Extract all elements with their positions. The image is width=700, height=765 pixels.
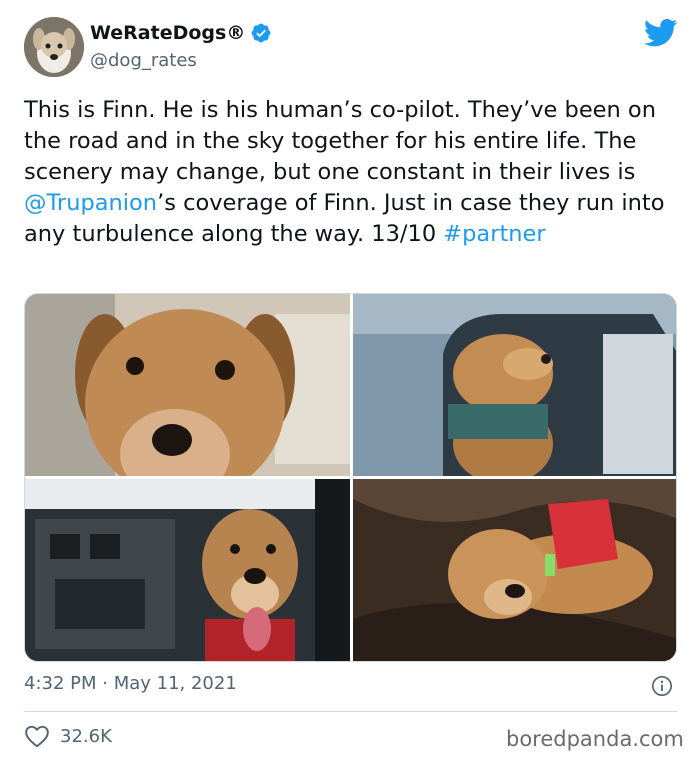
author-avatar[interactable]: [24, 17, 84, 77]
divider: [24, 711, 677, 712]
tweet-timestamp[interactable]: 4:32 PM · May 11, 2021: [24, 673, 237, 694]
mention-link[interactable]: @Trupanion: [24, 190, 157, 216]
watermark: boredpanda.com: [506, 727, 684, 751]
verified-badge-icon: [251, 23, 271, 43]
media-grid: [24, 293, 677, 662]
like-count: 32.6K: [60, 725, 112, 747]
author-name[interactable]: WeRateDogs®: [90, 22, 272, 44]
tweet-text-part-1: This is Finn. He is his human’s co-pilot…: [24, 97, 656, 185]
dog-avatar-icon: [24, 17, 84, 77]
author-display-name: WeRateDogs®: [90, 22, 246, 44]
dog-on-rocks-photo[interactable]: [353, 479, 676, 661]
heart-icon: [25, 725, 49, 748]
info-icon[interactable]: [651, 675, 673, 697]
twitter-bird-icon[interactable]: [644, 18, 678, 48]
author-handle[interactable]: @dog_rates: [90, 50, 197, 71]
dog-in-car-window-photo[interactable]: [353, 294, 676, 476]
hashtag-link[interactable]: #partner: [443, 221, 545, 247]
puppy-closeup-photo[interactable]: [25, 294, 350, 476]
tweet-text: This is Finn. He is his human’s co-pilot…: [24, 95, 684, 250]
dog-in-cockpit-photo[interactable]: [25, 479, 350, 661]
like-button[interactable]: 32.6K: [24, 724, 112, 748]
